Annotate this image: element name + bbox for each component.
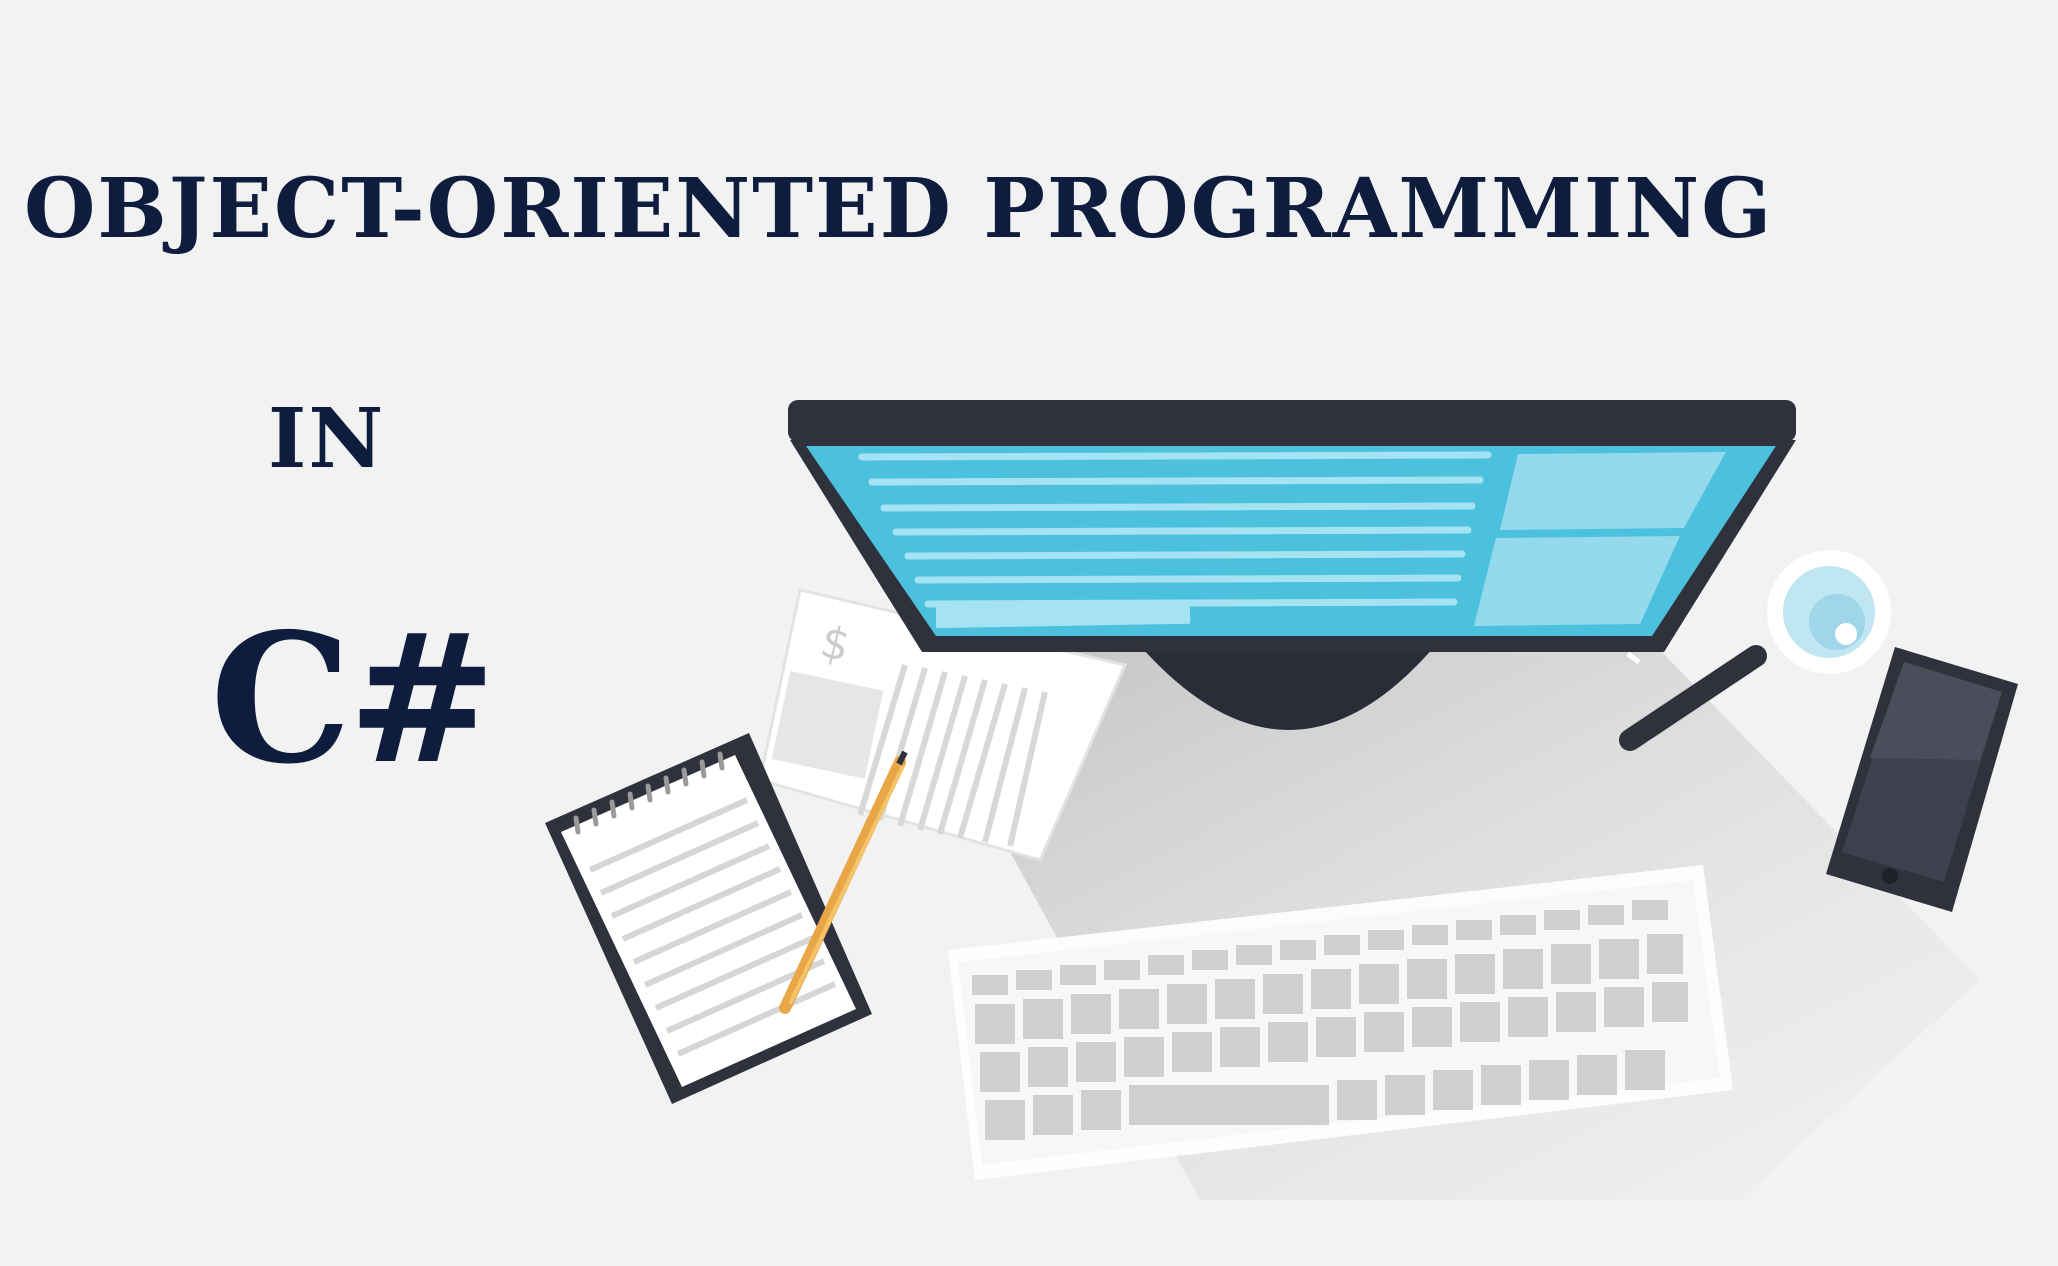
desk-illustration: $: [545, 400, 2018, 1200]
monitor-icon: [788, 400, 1796, 652]
smartphone-icon: [1826, 647, 2018, 912]
